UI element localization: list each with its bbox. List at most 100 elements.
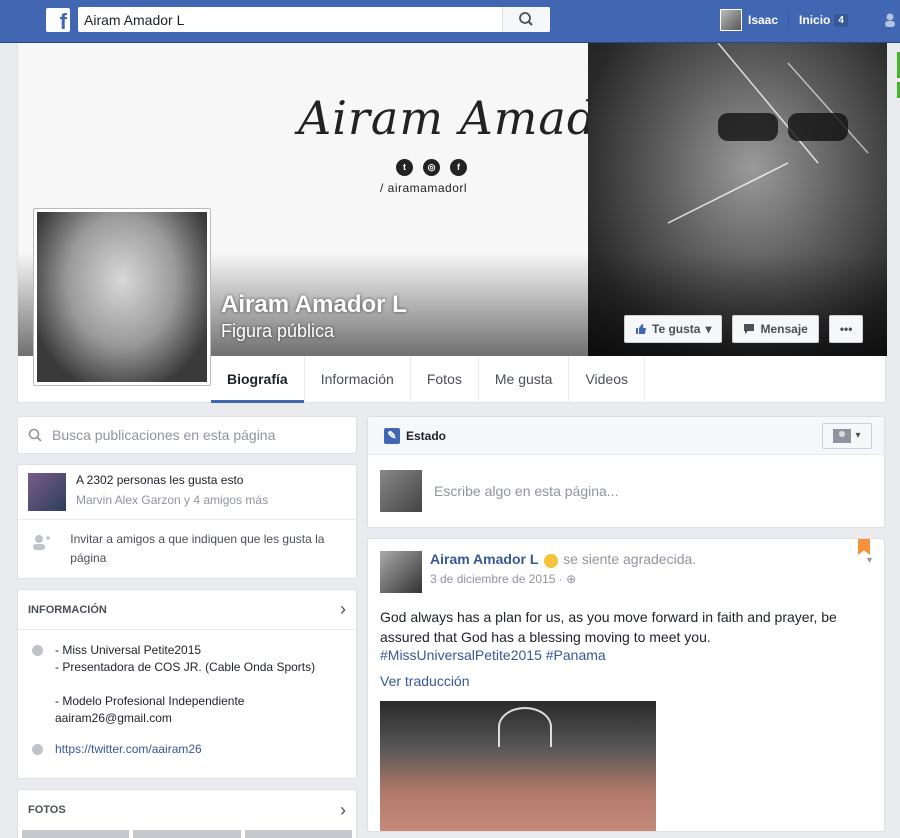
- facebook-icon: f: [450, 159, 467, 176]
- search-bar: [78, 7, 550, 32]
- photo-thumbnail[interactable]: [244, 830, 352, 838]
- pencil-icon: ✎: [384, 427, 400, 444]
- post-hashtags[interactable]: #MissUniversalPetite2015 #Panama: [380, 647, 872, 663]
- add-friend-icon: [28, 534, 54, 555]
- message-button[interactable]: Mensaje: [732, 315, 819, 343]
- photos-card: FOTOS ›: [17, 789, 357, 838]
- home-link[interactable]: Inicio: [799, 13, 830, 27]
- invite-friends-text: Invitar a amigos a que indiquen que les …: [70, 532, 325, 565]
- photos-header[interactable]: FOTOS ›: [18, 790, 356, 830]
- instagram-icon: ◎: [423, 159, 440, 176]
- likes-friends[interactable]: Marvin Alex Garzon y 4 amigos más: [76, 493, 268, 507]
- message-button-label: Mensaje: [760, 322, 808, 336]
- invite-friends-row[interactable]: Invitar a amigos a que indiquen que les …: [18, 520, 356, 578]
- photo-thumbnail[interactable]: [133, 830, 241, 838]
- info-card: INFORMACIÓN › - Miss Universal Petite201…: [17, 589, 357, 779]
- info-about: - Miss Universal Petite2015 - Presentado…: [32, 642, 342, 727]
- page-tabs: Biografía Información Fotos Me gusta Vid…: [211, 356, 646, 403]
- search-button[interactable]: [502, 7, 550, 32]
- post-photo[interactable]: [380, 701, 656, 831]
- cover-handle: / airamamadorl: [380, 181, 468, 195]
- chevron-down-icon: ▾: [855, 430, 861, 441]
- thumbs-up-icon: [636, 324, 646, 334]
- globe-icon: [32, 744, 43, 755]
- tab-videos[interactable]: Videos: [569, 356, 646, 403]
- globe-icon: ⊕: [566, 571, 577, 586]
- like-button-label: Te gusta: [652, 322, 701, 336]
- likes-count: A 2302 personas les gusta esto: [76, 473, 244, 487]
- photos-title: FOTOS: [28, 804, 66, 816]
- tab-estado[interactable]: ✎ Estado: [384, 427, 447, 444]
- user-avatar-icon: [833, 428, 852, 443]
- main-feed: ✎ Estado ▾ Escribe algo en esta página..…: [367, 416, 885, 838]
- likes-card: A 2302 personas les gusta esto Marvin Al…: [17, 464, 357, 579]
- feed-post: ▾ Airam Amador L se siente agradecida. 3…: [367, 538, 885, 832]
- post-author-link[interactable]: Airam Amador L: [430, 551, 538, 567]
- info-line: - Presentadora de COS JR. (Cable Onda Sp…: [55, 660, 316, 674]
- see-translation-link[interactable]: Ver traducción: [380, 673, 872, 689]
- estado-label: Estado: [406, 428, 447, 443]
- friend-requests-icon[interactable]: [884, 12, 900, 28]
- composer-body[interactable]: Escribe algo en esta página...: [368, 455, 884, 527]
- info-title: INFORMACIÓN: [28, 603, 107, 616]
- composer-card: ✎ Estado ▾ Escribe algo en esta página..…: [367, 416, 885, 528]
- chevron-right-icon: ›: [340, 599, 346, 619]
- like-button[interactable]: Te gusta ▾: [624, 315, 723, 343]
- tab-biografia[interactable]: Biografía: [211, 356, 305, 403]
- profile-photo-image: [37, 212, 207, 382]
- facebook-logo-icon[interactable]: f: [46, 8, 70, 32]
- search-icon: [28, 428, 42, 442]
- page-header: Airam Amador t ◎ f / airamamadorl Airam …: [17, 43, 887, 403]
- composer-avatar: [380, 470, 422, 512]
- twitter-icon: t: [396, 159, 413, 176]
- nav-divider: [788, 11, 790, 29]
- crown-graphic: [498, 707, 552, 747]
- post-header: Airam Amador L se siente agradecida. 3 d…: [380, 551, 872, 593]
- info-line: - Modelo Profesional Independiente: [55, 694, 245, 708]
- cover-social-icons: t ◎ f: [396, 159, 467, 176]
- home-notification-badge: 4: [834, 13, 848, 27]
- feeling-emoji-icon: [543, 553, 558, 568]
- composer-header: ✎ Estado ▾: [368, 417, 884, 455]
- post-options-chevron-icon[interactable]: ▾: [867, 555, 872, 566]
- search-input[interactable]: [78, 7, 498, 32]
- message-icon: [744, 324, 755, 334]
- chevron-right-icon: ›: [340, 799, 346, 820]
- post-body: God always has a plan for us, as you mov…: [380, 609, 837, 645]
- tab-informacion[interactable]: Información: [305, 356, 411, 403]
- tab-fotos[interactable]: Fotos: [411, 356, 479, 403]
- chevron-down-icon: ▾: [705, 322, 712, 336]
- left-sidebar: Busca publicaciones en esta página A 230…: [17, 416, 357, 838]
- tab-me-gusta[interactable]: Me gusta: [479, 356, 570, 403]
- twitter-link[interactable]: https://twitter.com/aairam26: [55, 741, 202, 758]
- info-email: aairam26@gmail.com: [55, 711, 172, 725]
- info-icon: [32, 645, 43, 656]
- photo-thumbnail[interactable]: [22, 830, 130, 838]
- user-name-link[interactable]: Isaac: [748, 13, 778, 27]
- info-line: - Miss Universal Petite2015: [55, 643, 202, 657]
- likes-summary[interactable]: A 2302 personas les gusta esto Marvin Al…: [18, 465, 356, 520]
- more-dots-icon: •••: [839, 322, 853, 336]
- search-icon: [519, 12, 533, 26]
- post-author-avatar[interactable]: [380, 551, 422, 593]
- user-nav: Isaac Inicio 4: [720, 9, 848, 31]
- more-options-button[interactable]: •••: [828, 315, 864, 343]
- search-posts-placeholder: Busca publicaciones en esta página: [52, 427, 276, 443]
- top-navigation-bar: f Isaac Inicio 4: [0, 0, 900, 43]
- info-website: https://twitter.com/aairam26: [32, 741, 342, 758]
- post-feeling: se siente agradecida.: [563, 551, 697, 567]
- post-as-selector[interactable]: ▾: [822, 422, 872, 449]
- friends-thumbnail: [28, 473, 66, 511]
- post-date[interactable]: 3 de diciembre de 2015 ·: [430, 572, 563, 586]
- info-header[interactable]: INFORMACIÓN ›: [18, 590, 356, 630]
- profile-picture[interactable]: [33, 208, 211, 386]
- user-avatar[interactable]: [720, 9, 742, 31]
- info-line: [55, 676, 315, 693]
- composer-input[interactable]: Escribe algo en esta página...: [434, 483, 618, 499]
- page-category[interactable]: Figura pública: [221, 321, 334, 342]
- info-body: - Miss Universal Petite2015 - Presentado…: [18, 630, 356, 778]
- search-posts-box[interactable]: Busca publicaciones en esta página: [17, 416, 357, 454]
- photos-grid: [18, 830, 356, 838]
- page-title[interactable]: Airam Amador L: [221, 291, 407, 319]
- cover-action-buttons: Te gusta ▾ Mensaje •••: [624, 315, 864, 343]
